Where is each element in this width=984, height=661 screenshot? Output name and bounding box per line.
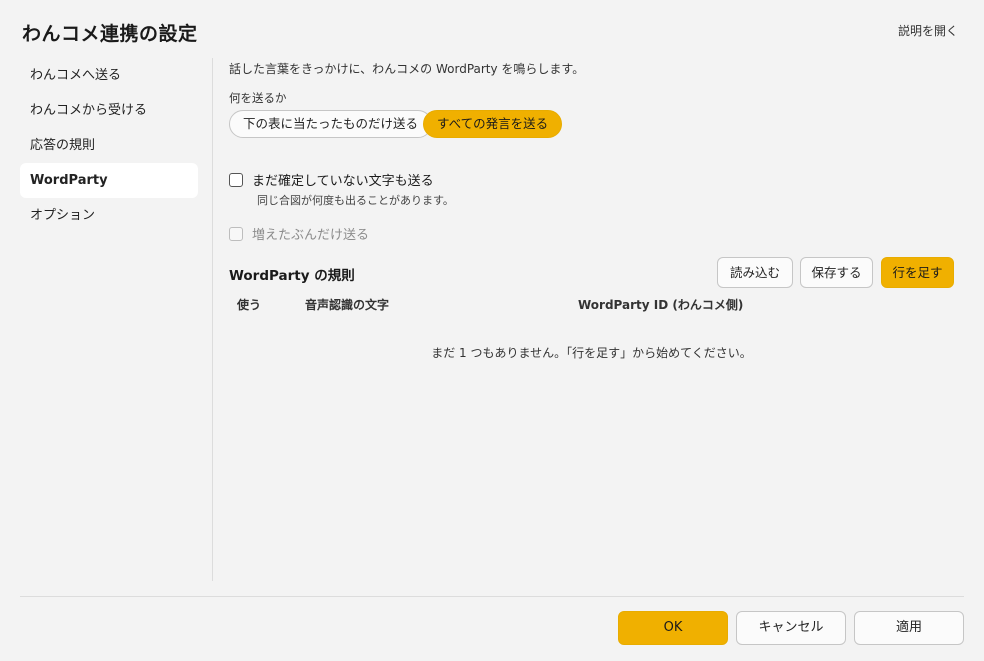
- sidebar: わんコメへ送る わんコメから受ける 応答の規則 WordParty オプション: [20, 58, 198, 233]
- send-unconfirmed-checkbox[interactable]: まだ確定していない文字も送る: [229, 170, 434, 189]
- rules-section-title: WordParty の規則: [229, 268, 355, 284]
- send-unconfirmed-hint: 同じ合図が何度も出ることがあります。: [257, 194, 454, 207]
- send-all-option[interactable]: すべての発言を送る: [423, 110, 563, 138]
- checkbox-box[interactable]: [229, 226, 243, 241]
- sidebar-item-receive-from-onecomme[interactable]: わんコメから受ける: [20, 93, 198, 128]
- send-mode-label: 何を送るか: [229, 91, 287, 105]
- rules-empty-message: まだ 1 つもありません。「行を足す」から始めてください。: [431, 346, 752, 360]
- help-link[interactable]: 説明を開く: [898, 22, 958, 39]
- save-button[interactable]: 保存する: [800, 257, 873, 288]
- footer-divider: [20, 596, 964, 597]
- add-row-button[interactable]: 行を足す: [881, 257, 954, 288]
- send-increment-checkbox[interactable]: 増えたぶんだけ送る: [229, 224, 369, 243]
- checkbox-box[interactable]: [229, 172, 243, 187]
- vertical-divider: [212, 58, 213, 581]
- sidebar-item-options[interactable]: オプション: [20, 198, 198, 233]
- load-button[interactable]: 読み込む: [717, 257, 793, 288]
- cancel-button[interactable]: キャンセル: [736, 611, 846, 645]
- ok-button[interactable]: OK: [618, 611, 728, 645]
- apply-button[interactable]: 適用: [854, 611, 964, 645]
- sidebar-item-wordparty[interactable]: WordParty: [20, 163, 198, 198]
- sidebar-item-response-rules[interactable]: 応答の規則: [20, 128, 198, 163]
- send-matched-only-option[interactable]: 下の表に当たったものだけ送る: [229, 110, 433, 138]
- send-increment-label: 増えたぶんだけ送る: [252, 228, 370, 243]
- column-header-wordparty-id: WordParty ID (わんコメ側): [578, 298, 744, 312]
- panel-description: 話した言葉をきっかけに、わんコメの WordParty を鳴らします。: [229, 62, 585, 76]
- dialog-title: わんコメ連携の設定: [22, 23, 198, 45]
- column-header-speech-text: 音声認識の文字: [305, 298, 390, 312]
- send-unconfirmed-label: まだ確定していない文字も送る: [252, 174, 434, 189]
- column-header-use: 使う: [237, 298, 262, 312]
- sidebar-item-send-to-onecomme[interactable]: わんコメへ送る: [20, 58, 198, 93]
